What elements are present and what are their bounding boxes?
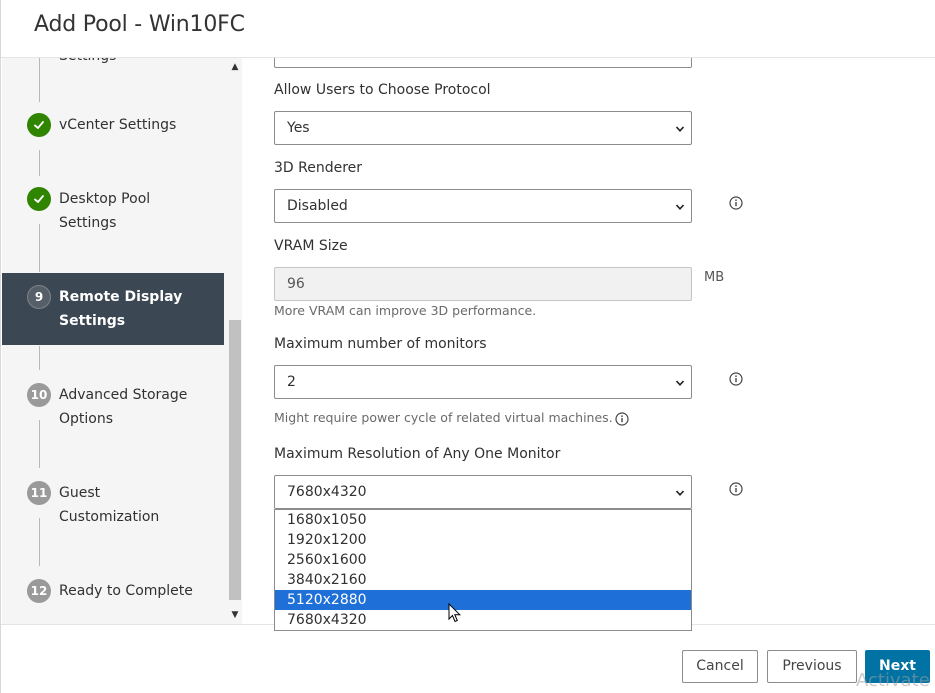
wizard-step-remote-display-settings[interactable]: 9 Remote Display Settings <box>2 273 224 345</box>
wizard-step-label: Desktop Pool <box>59 191 151 207</box>
vram-unit: MB <box>704 270 725 285</box>
resolution-option[interactable]: 2560x1600 <box>275 550 691 570</box>
monitors-helper-text: Might require power cycle of related vir… <box>274 410 613 425</box>
wizard-step-label: Remote Display <box>59 289 183 305</box>
chevron-down-icon <box>675 204 685 210</box>
wizard-step-label-line2: Settings <box>59 215 117 231</box>
renderer-select[interactable]: Disabled <box>274 189 692 223</box>
chevron-down-icon <box>675 380 685 386</box>
add-pool-dialog: Add Pool - Win10FC Settings vCenter Sett… <box>0 0 935 693</box>
renderer-label: 3D Renderer <box>274 160 363 176</box>
monitors-value: 2 <box>287 374 296 390</box>
check-icon <box>27 187 51 211</box>
resolution-value: 7680x4320 <box>287 484 367 500</box>
renderer-value: Disabled <box>287 198 348 214</box>
wizard-step-guest-customization[interactable]: 11 Guest Customization <box>2 481 224 529</box>
wizard-step-sidebar: Settings vCenter Settings Desktop Pool S… <box>2 58 242 624</box>
step-number-badge: 10 <box>27 383 51 407</box>
wizard-step-ready-to-complete[interactable]: 12 Ready to Complete <box>2 579 224 603</box>
previous-button[interactable]: Previous <box>767 650 857 683</box>
chevron-down-icon <box>675 126 685 132</box>
wizard-step-label: vCenter Settings <box>59 117 177 133</box>
info-icon[interactable] <box>729 372 743 386</box>
resolution-option[interactable]: 1680x1050 <box>275 510 691 530</box>
monitors-label: Maximum number of monitors <box>274 336 487 352</box>
vram-input[interactable]: 96 <box>274 267 692 301</box>
wizard-step-advanced-storage-options[interactable]: 10 Advanced Storage Options <box>2 383 224 431</box>
clipped-input-field[interactable] <box>274 58 692 68</box>
wizard-step-label-line2: Customization <box>59 509 160 525</box>
wizard-step-label-line2: Options <box>59 411 114 427</box>
allow-protocol-label: Allow Users to Choose Protocol <box>274 82 491 98</box>
sidebar-scrollbar-thumb[interactable] <box>229 320 241 600</box>
wizard-step-label: Ready to Complete <box>59 583 193 599</box>
info-icon[interactable] <box>729 196 743 210</box>
step-connector <box>39 150 40 176</box>
mouse-cursor-icon <box>448 603 462 623</box>
info-icon[interactable] <box>729 482 743 496</box>
dialog-title: Add Pool - Win10FC <box>34 12 245 37</box>
step-number-badge: 11 <box>27 481 51 505</box>
chevron-down-icon <box>675 490 685 496</box>
vram-value: 96 <box>287 276 305 292</box>
wizard-step-label: Guest <box>59 485 101 501</box>
check-icon <box>27 113 51 137</box>
wizard-step-desktop-pool-settings[interactable]: Desktop Pool Settings <box>2 187 224 235</box>
resolution-options-list: 1680x1050 1920x1200 2560x1600 3840x2160 … <box>274 509 692 631</box>
step-number-badge: 12 <box>27 579 51 603</box>
wizard-step-label-line2: Settings <box>59 313 126 329</box>
info-icon[interactable] <box>615 412 629 426</box>
wizard-step-partial-label: Settings <box>59 58 219 68</box>
step-connector <box>39 58 40 102</box>
resolution-option-highlighted[interactable]: 5120x2880 <box>275 590 691 610</box>
wizard-step-label: Advanced Storage <box>59 387 188 403</box>
monitors-select[interactable]: 2 <box>274 365 692 399</box>
allow-protocol-value: Yes <box>287 120 310 136</box>
resolution-option[interactable]: 3840x2160 <box>275 570 691 590</box>
resolution-option[interactable]: 1920x1200 <box>275 530 691 550</box>
scroll-down-arrow-icon[interactable]: ▼ <box>228 608 242 622</box>
vram-label: VRAM Size <box>274 238 348 254</box>
resolution-label: Maximum Resolution of Any One Monitor <box>274 446 561 462</box>
step-number-badge: 9 <box>27 285 51 309</box>
allow-protocol-select[interactable]: Yes <box>274 111 692 145</box>
activation-watermark: Activate W <box>856 670 935 691</box>
scroll-up-arrow-icon[interactable]: ▲ <box>228 60 242 74</box>
resolution-option[interactable]: 7680x4320 <box>275 610 691 630</box>
resolution-select[interactable]: 7680x4320 <box>274 475 692 509</box>
step-connector <box>39 346 40 370</box>
vram-helper-text: More VRAM can improve 3D performance. <box>274 303 537 318</box>
wizard-step-vcenter-settings[interactable]: vCenter Settings <box>2 113 224 137</box>
cancel-button[interactable]: Cancel <box>682 650 758 683</box>
wizard-step-partial[interactable]: Settings <box>2 58 224 68</box>
